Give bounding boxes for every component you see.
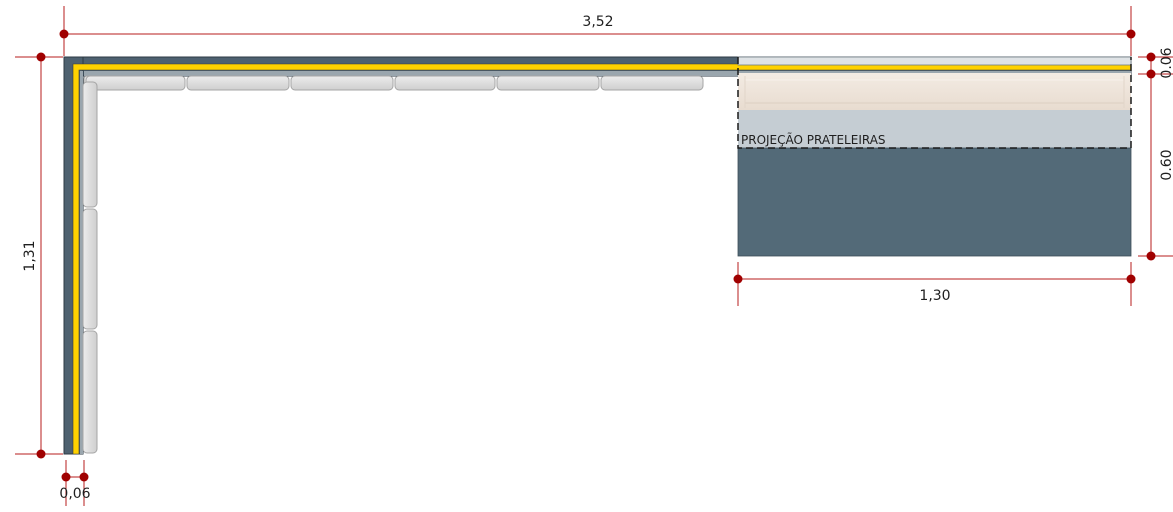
cabinet-top-band (737, 56, 1132, 66)
dimension-dot (79, 472, 89, 482)
dimension-cabinet-depth-label: 0.60 (1159, 149, 1173, 180)
dimension-top-offset-label: 0.06 (1159, 47, 1173, 78)
tile (394, 75, 496, 91)
dimension-cabinet-width: 1,30 (733, 262, 1136, 306)
dimension-dot (1146, 251, 1156, 261)
tile (600, 75, 704, 91)
wood-shelf (738, 73, 1131, 110)
left-tile-column (82, 81, 98, 454)
shelf-projection-label: PROJEÇÃO PRATELEIRAS (741, 132, 886, 147)
dimension-dot (733, 274, 743, 284)
tile (82, 208, 98, 330)
top-tile-row (83, 75, 704, 91)
dimension-wall-thickness: 0,06 (59, 460, 91, 506)
dimension-dot (1126, 274, 1136, 284)
tile (85, 75, 186, 91)
dimension-dot (59, 29, 69, 39)
dimension-total-height: 1,31 (15, 52, 63, 459)
tile (186, 75, 290, 91)
dimension-dot (1146, 69, 1156, 79)
floor-plan-drawing: PROJEÇÃO PRATELEIRAS 3,52 1,31 0,06 1,30 (15, 6, 1173, 506)
dimension-right-vertical: 0.06 0.60 (1138, 47, 1173, 261)
dimension-total-height-label: 1,31 (22, 240, 38, 271)
dimension-cabinet-width-label: 1,30 (919, 288, 950, 304)
tile (290, 75, 394, 91)
cabinet-body (737, 147, 1132, 257)
dimension-dot (1146, 52, 1156, 62)
dimension-total-width: 3,52 (59, 6, 1136, 56)
dimension-dot (61, 472, 71, 482)
dimension-dot (1126, 29, 1136, 39)
tile (82, 81, 98, 208)
dimension-wall-thickness-label: 0,06 (59, 486, 90, 502)
cabinet-block: PROJEÇÃO PRATELEIRAS (737, 56, 1132, 257)
dimension-total-width-label: 3,52 (582, 14, 613, 30)
dimension-dot (36, 52, 46, 62)
tile (82, 330, 98, 454)
tile (496, 75, 600, 91)
dimension-dot (36, 449, 46, 459)
